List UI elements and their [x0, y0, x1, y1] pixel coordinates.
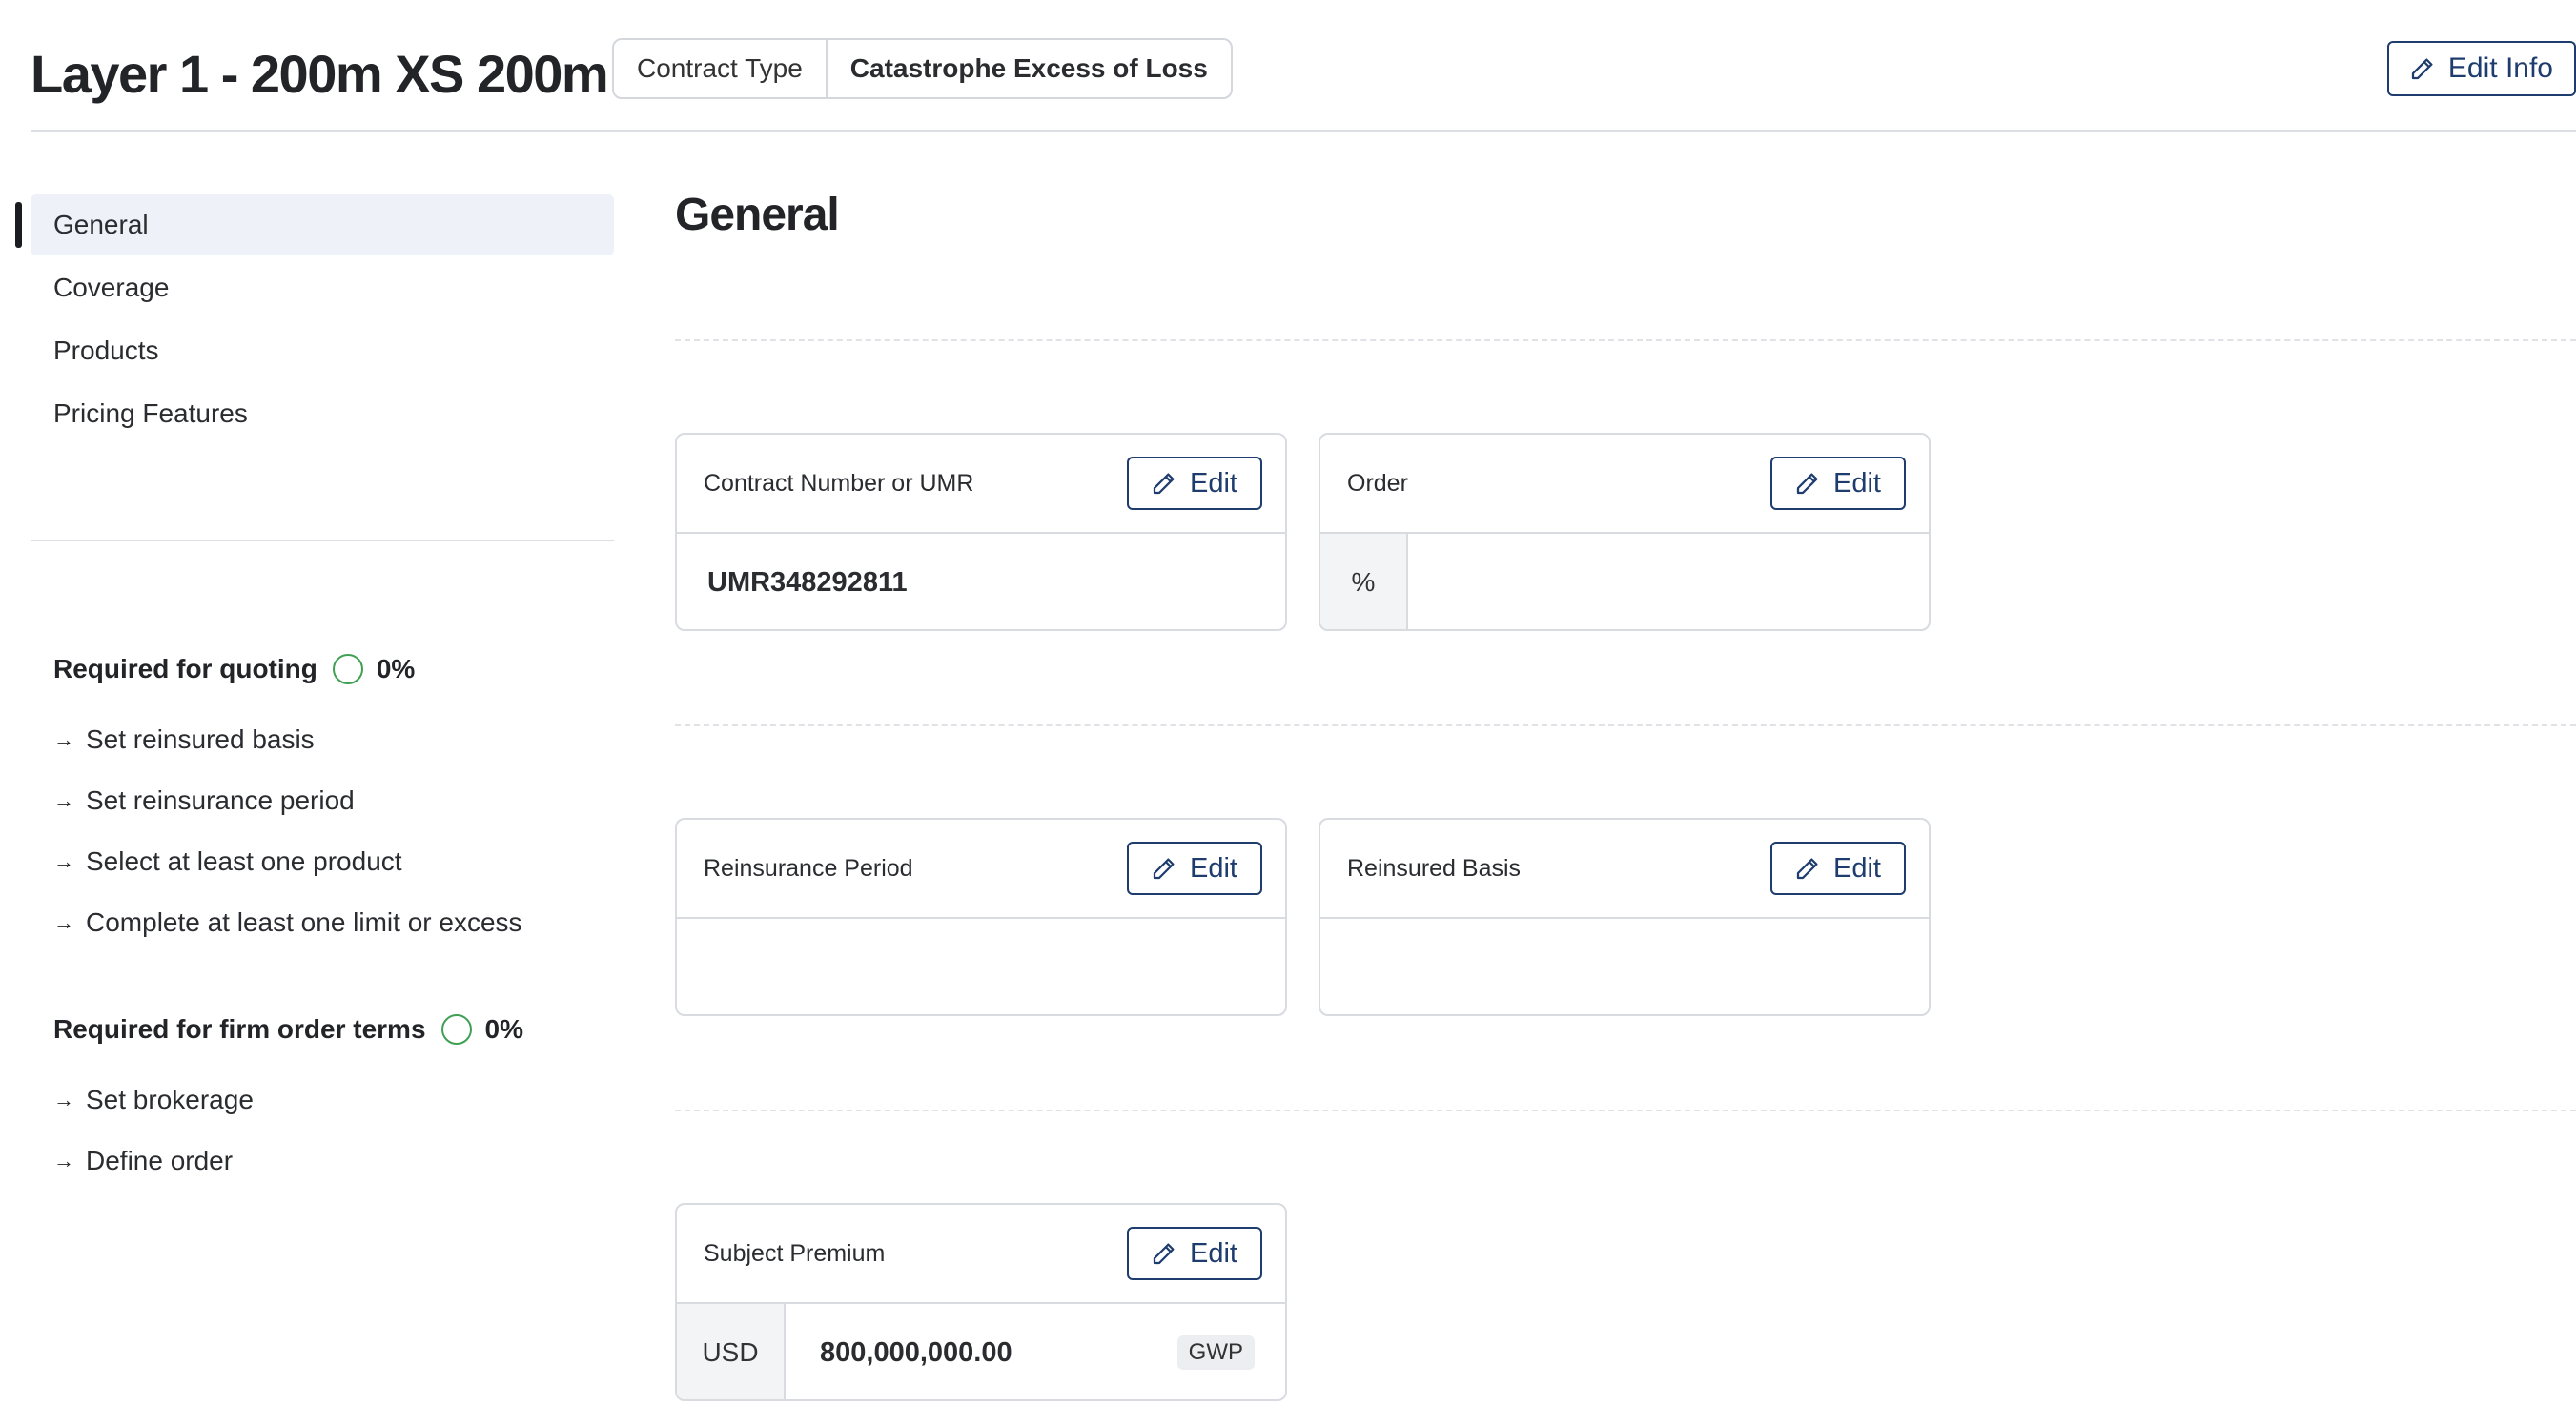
quoting-requirements: Required for quoting 0% → Set reinsured b…: [53, 650, 625, 953]
firm-order-requirements-title: Required for firm order terms 0%: [53, 1010, 625, 1049]
sidebar-item-pricing-features[interactable]: Pricing Features: [31, 383, 614, 444]
edit-button-label: Edit: [1190, 1237, 1237, 1269]
pencil-icon: [1796, 473, 1818, 495]
edit-button-label: Edit: [1190, 467, 1237, 499]
edit-button-label: Edit: [1833, 467, 1881, 499]
requirement-item[interactable]: → Set reinsurance period: [53, 770, 625, 831]
card-header: Reinsured Basis Edit: [1320, 820, 1929, 919]
section-divider: [675, 724, 2576, 726]
card-label: Reinsured Basis: [1347, 854, 1522, 882]
requirement-item-label: Set reinsured basis: [86, 724, 315, 754]
edit-reinsured-basis-button[interactable]: Edit: [1770, 842, 1906, 895]
card-label: Subject Premium: [704, 1239, 886, 1267]
reinsured-basis-card: Reinsured Basis Edit: [1319, 818, 1931, 1016]
edit-order-button[interactable]: Edit: [1770, 457, 1906, 510]
firm-order-requirements: Required for firm order terms 0% → Set br…: [53, 1010, 625, 1192]
pencil-icon: [1796, 858, 1818, 880]
sidebar-item-products[interactable]: Products: [31, 320, 614, 381]
arrow-right-icon: →: [53, 1088, 74, 1111]
requirement-item-label: Set brokerage: [86, 1085, 254, 1114]
requirement-item[interactable]: → Define order: [53, 1131, 625, 1192]
currency-code: USD: [677, 1304, 786, 1399]
sidebar-item-label: General: [53, 210, 149, 239]
requirement-title-text: Required for quoting: [53, 654, 317, 683]
card-label: Contract Number or UMR: [704, 469, 974, 497]
sidebar-item-general[interactable]: General: [31, 194, 614, 255]
requirement-item-label: Set reinsurance period: [86, 785, 355, 815]
edit-contract-number-button[interactable]: Edit: [1127, 457, 1262, 510]
edit-info-button[interactable]: Edit Info: [2386, 41, 2576, 96]
section-title: General: [675, 190, 840, 240]
contract-number-value: UMR348292811: [707, 566, 908, 598]
card-body: %: [1320, 534, 1929, 629]
section-divider: [675, 339, 2576, 341]
arrow-right-icon: →: [53, 788, 74, 812]
edit-button-label: Edit: [1190, 852, 1237, 884]
sidebar-item-coverage[interactable]: Coverage: [31, 257, 614, 318]
quoting-requirements-title: Required for quoting 0%: [53, 650, 625, 688]
requirement-item[interactable]: → Set brokerage: [53, 1070, 625, 1131]
edit-reinsurance-period-button[interactable]: Edit: [1127, 842, 1262, 895]
progress-circle-icon: [332, 654, 363, 684]
pencil-icon: [1153, 1243, 1175, 1265]
arrow-right-icon: →: [53, 910, 74, 934]
requirement-item-label: Complete at least one limit or excess: [86, 907, 522, 937]
section-divider: [675, 1110, 2576, 1111]
percent-icon: %: [1320, 534, 1408, 629]
card-body: [677, 919, 1285, 1014]
pencil-icon: [2411, 58, 2433, 80]
pencil-icon: [1153, 858, 1175, 880]
card-label: Order: [1347, 469, 1408, 497]
requirement-item-label: Select at least one product: [86, 846, 402, 876]
page-header: Layer 1 - 200m XS 200m Contract Type Cat…: [31, 29, 2576, 132]
requirement-item-label: Define order: [86, 1146, 234, 1175]
contract-type-label: Contract Type: [614, 40, 828, 97]
sidebar-nav: General Coverage Products Pricing Featur…: [31, 194, 614, 446]
sidebar-item-label: Pricing Features: [53, 398, 248, 428]
pencil-icon: [1153, 473, 1175, 495]
sidebar-divider: [31, 540, 614, 541]
sidebar-item-label: Coverage: [53, 273, 170, 302]
card-header: Order Edit: [1320, 435, 1929, 534]
active-nav-indicator: [15, 202, 22, 248]
page-title: Layer 1 - 200m XS 200m: [31, 44, 609, 104]
requirement-title-text: Required for firm order terms: [53, 1014, 426, 1044]
requirement-item[interactable]: → Set reinsured basis: [53, 709, 625, 770]
card-body: USD 800,000,000.00 GWP: [677, 1304, 1285, 1399]
arrow-right-icon: →: [53, 727, 74, 751]
card-header: Contract Number or UMR Edit: [677, 435, 1285, 534]
quoting-requirement-list: → Set reinsured basis → Set reinsurance pe…: [53, 709, 625, 953]
contract-type-badge: Contract Type Catastrophe Excess of Loss: [612, 38, 1233, 99]
requirement-item[interactable]: → Complete at least one limit or excess: [53, 892, 625, 953]
arrow-right-icon: →: [53, 849, 74, 873]
card-body: [1320, 919, 1929, 1014]
quoting-progress-percent: 0%: [376, 654, 416, 683]
card-body: UMR348292811: [677, 534, 1285, 629]
reinsurance-period-card: Reinsurance Period Edit: [675, 818, 1287, 1016]
edit-info-label: Edit Info: [2447, 52, 2553, 84]
arrow-right-icon: →: [53, 1149, 74, 1172]
firm-order-requirement-list: → Set brokerage → Define order: [53, 1070, 625, 1192]
edit-button-label: Edit: [1833, 852, 1881, 884]
card-label: Reinsurance Period: [704, 854, 913, 882]
contract-type-value: Catastrophe Excess of Loss: [849, 53, 1208, 83]
premium-basis-badge: GWP: [1176, 1335, 1255, 1370]
firm-order-progress-percent: 0%: [484, 1014, 523, 1044]
card-header: Reinsurance Period Edit: [677, 820, 1285, 919]
order-card: Order Edit %: [1319, 433, 1931, 631]
progress-circle-icon: [440, 1014, 472, 1045]
subject-premium-card: Subject Premium Edit USD 800,000,000.00 …: [675, 1203, 1287, 1401]
contract-number-card: Contract Number or UMR Edit UMR348292811: [675, 433, 1287, 631]
card-header: Subject Premium Edit: [677, 1205, 1285, 1304]
requirement-item[interactable]: → Select at least one product: [53, 831, 625, 892]
sidebar-item-label: Products: [53, 336, 159, 365]
edit-subject-premium-button[interactable]: Edit: [1127, 1227, 1262, 1280]
subject-premium-value: 800,000,000.00: [820, 1336, 1012, 1368]
